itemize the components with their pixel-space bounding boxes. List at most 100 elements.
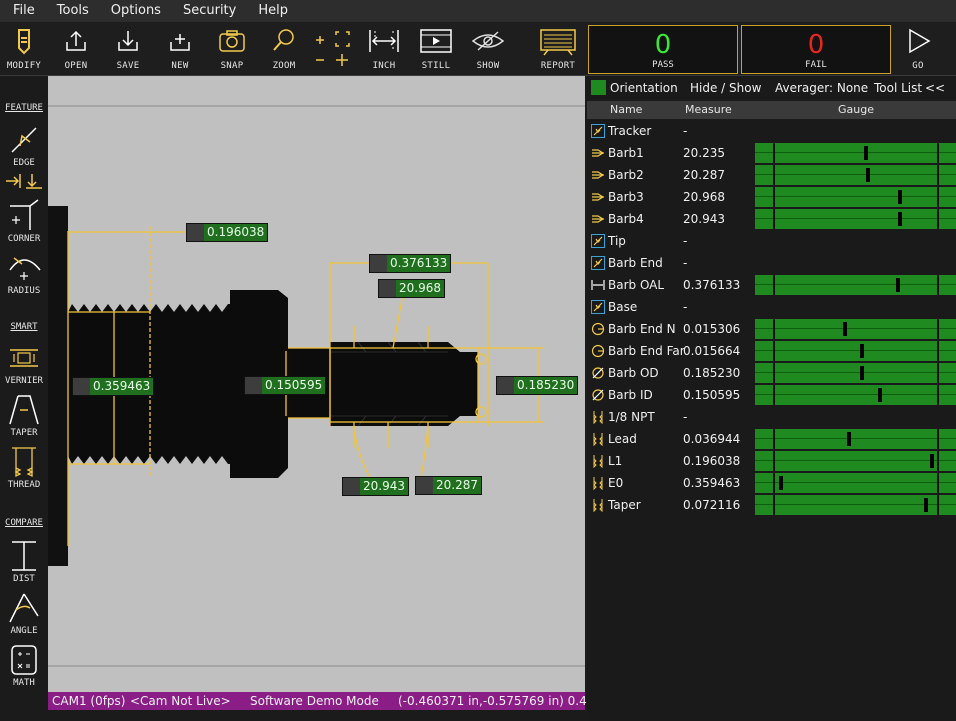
tool-row[interactable]: Barb1 20.235 xyxy=(587,142,956,164)
callout-barb4[interactable]: 20.943 xyxy=(342,477,409,496)
corner-icon xyxy=(10,199,39,230)
tool-row[interactable]: L1 0.196038 xyxy=(587,450,956,472)
tool-row[interactable]: Barb4 20.943 xyxy=(587,208,956,230)
angle-tool-button[interactable]: ANGLE xyxy=(0,590,48,636)
gauge-lower-limit xyxy=(773,363,775,383)
dist-label: DIST xyxy=(13,574,35,584)
gauge-lower-limit xyxy=(773,187,775,207)
distance-callout-icon xyxy=(370,255,387,272)
menu-options[interactable]: Options xyxy=(100,0,172,22)
gauge-upper-limit xyxy=(937,363,939,383)
tool-measure: 20.943 xyxy=(683,212,725,226)
callout-barb-id[interactable]: 0.150595 xyxy=(244,376,327,395)
collapse-panel-button[interactable]: << xyxy=(925,81,945,95)
inch-button[interactable]: INCH xyxy=(362,24,406,74)
corner-tool-button[interactable]: CORNER xyxy=(0,198,48,244)
tool-row[interactable]: E0 0.359463 xyxy=(587,472,956,494)
gauge-lower-limit xyxy=(773,165,775,185)
thread-callout-icon xyxy=(73,378,90,395)
tool-row[interactable]: Barb OD 0.185230 xyxy=(587,362,956,384)
zoom-fit-icon xyxy=(316,31,350,66)
edge-tool-button[interactable]: EDGE xyxy=(0,122,48,168)
thread-icon xyxy=(591,476,605,491)
gauge-marker xyxy=(930,454,934,468)
gauge-upper-limit xyxy=(937,341,939,361)
tool-name: L1 xyxy=(608,454,623,468)
still-button[interactable]: STILL xyxy=(414,24,458,74)
callout-barb2[interactable]: 20.287 xyxy=(415,476,482,495)
tool-row[interactable]: Barb ID 0.150595 xyxy=(587,384,956,406)
tool-row[interactable]: 1/8 NPT - xyxy=(587,406,956,428)
snap-button[interactable]: SNAP xyxy=(210,24,254,74)
tool-row[interactable]: Barb End N 0.015306 xyxy=(587,318,956,340)
callout-barb-oal[interactable]: 0.376133 xyxy=(369,254,452,273)
camera-canvas[interactable]: 0.196038 0.376133 20.968 0.359463 0.1505… xyxy=(48,76,585,692)
orientation-dropdown[interactable]: Orientation xyxy=(610,81,678,95)
zoom-label: ZOOM xyxy=(272,61,296,71)
barb-callout-icon xyxy=(343,478,360,495)
status-live: <Cam Not Live> xyxy=(130,694,231,708)
feature-heading: FEATURE xyxy=(5,103,43,113)
tool-row[interactable]: Barb OAL 0.376133 xyxy=(587,274,956,296)
tool-row[interactable]: Base - xyxy=(587,296,956,318)
gauge-marker xyxy=(866,168,870,182)
gauge-lower-limit xyxy=(773,341,775,361)
callout-l1[interactable]: 0.196038 xyxy=(186,223,269,242)
zoom-button[interactable]: ZOOM xyxy=(262,24,306,74)
menu-help[interactable]: Help xyxy=(247,0,299,22)
taper-tool-button[interactable]: TAPER xyxy=(0,392,48,438)
ruler-icon xyxy=(369,30,399,52)
tool-row[interactable]: Taper 0.072116 xyxy=(587,494,956,516)
callout-barb3[interactable]: 20.968 xyxy=(378,279,445,298)
menu-tools[interactable]: Tools xyxy=(46,0,100,22)
averager-dropdown[interactable]: Averager: None xyxy=(775,81,868,95)
menu-security[interactable]: Security xyxy=(172,0,247,22)
thread-icon xyxy=(591,498,605,513)
save-button[interactable]: SAVE xyxy=(106,24,150,74)
tool-row[interactable]: Barb End - xyxy=(587,252,956,274)
go-button[interactable]: GO xyxy=(896,24,940,74)
tool-row[interactable]: Lead 0.036944 xyxy=(587,428,956,450)
distance-icon xyxy=(12,541,36,571)
menu-file[interactable]: File xyxy=(0,0,46,22)
modify-button[interactable]: MODIFY xyxy=(2,24,46,74)
show-button[interactable]: SHOW xyxy=(466,24,510,74)
tool-name: Barb2 xyxy=(608,168,644,182)
edge-options[interactable] xyxy=(0,171,48,191)
radius-tool-button[interactable]: RADIUS xyxy=(0,250,48,296)
tool-measure: 0.015306 xyxy=(683,322,741,336)
new-button[interactable]: NEW xyxy=(158,24,202,74)
tool-row[interactable]: Tracker - xyxy=(587,120,956,142)
tool-measure: 0.185230 xyxy=(683,366,741,380)
eye-icon xyxy=(471,31,505,51)
tool-row[interactable]: Tip - xyxy=(587,230,956,252)
dist-tool-button[interactable]: DIST xyxy=(0,538,48,584)
hide-show-dropdown[interactable]: Hide / Show xyxy=(690,81,761,95)
callout-e0[interactable]: 0.359463 xyxy=(72,377,155,396)
tool-list-dropdown[interactable]: Tool List xyxy=(874,81,922,95)
tool-row[interactable]: Barb2 20.287 xyxy=(587,164,956,186)
pass-label: PASS xyxy=(652,60,674,70)
still-label: STILL xyxy=(421,61,451,71)
tool-name: Tip xyxy=(608,234,626,248)
open-button[interactable]: OPEN xyxy=(54,24,98,74)
gauge-lower-limit xyxy=(773,429,775,449)
tool-row[interactable]: Barb3 20.968 xyxy=(587,186,956,208)
save-icon xyxy=(118,31,138,51)
gauge-marker xyxy=(898,212,902,226)
math-tool-button[interactable]: MATH xyxy=(0,642,48,688)
report-button[interactable]: REPORT xyxy=(536,24,580,74)
tool-row[interactable]: Barb End Far 0.015664 xyxy=(587,340,956,362)
panel-toolbar: Orientation Hide / Show Averager: None T… xyxy=(587,76,956,100)
show-label: SHOW xyxy=(476,61,500,71)
modify-icon xyxy=(18,29,30,55)
compare-heading: COMPARE xyxy=(5,518,43,528)
edge-label: EDGE xyxy=(13,158,35,168)
zoom-controls[interactable] xyxy=(310,24,354,74)
callout-barb-od[interactable]: 0.185230 xyxy=(496,376,579,395)
vernier-tool-button[interactable]: VERNIER xyxy=(0,340,48,386)
gauge-marker xyxy=(898,190,902,204)
col-gauge: Gauge xyxy=(838,103,874,116)
thread-tool-button[interactable]: THREAD xyxy=(0,444,48,490)
gauge-upper-limit xyxy=(937,385,939,405)
